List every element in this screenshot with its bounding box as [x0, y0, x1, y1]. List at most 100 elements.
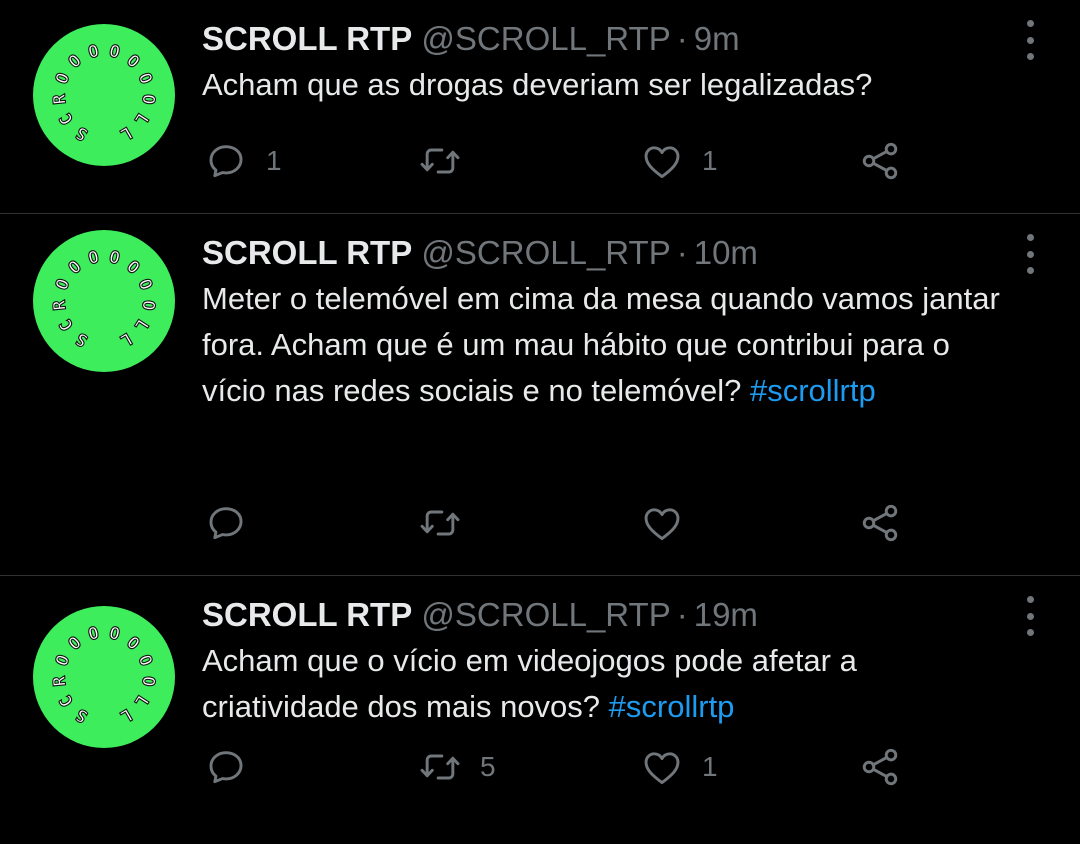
logo-letter: O [52, 276, 74, 293]
reply-button[interactable]: 1 [204, 136, 282, 186]
logo-letter: R [50, 674, 71, 687]
tweet-actions: 5 1 [202, 742, 922, 792]
reply-count: 1 [266, 145, 282, 176]
logo-letter: O [107, 247, 122, 269]
logo-letter: O [137, 675, 158, 687]
logo-letter: O [65, 51, 86, 73]
reply-button[interactable] [204, 498, 266, 548]
logo-letter: O [65, 257, 86, 279]
author-name[interactable]: SCROLL RTP [202, 20, 412, 57]
logo-letter: O [122, 257, 143, 279]
logo-letter: C [56, 691, 78, 710]
logo-letter: L [130, 109, 152, 128]
logo-letter: L [117, 328, 136, 350]
tweet-timestamp[interactable]: 9m [694, 20, 740, 57]
tweet-text: Acham que o vício em videojogos pode afe… [202, 638, 1010, 730]
share-button[interactable] [858, 498, 902, 548]
scroll-rtp-logo: SCROO O O OOOLL [49, 623, 159, 727]
share-icon [862, 504, 898, 542]
author-handle[interactable]: @SCROLL_RTP [421, 596, 670, 633]
avatar[interactable]: SCROOOOOOOLL [33, 230, 175, 372]
logo-letter: O [137, 93, 158, 105]
author-handle[interactable]: @SCROLL_RTP [421, 234, 670, 271]
author-handle[interactable]: @SCROLL_RTP [421, 20, 670, 57]
tweet-header: SCROLL RTP @SCROLL_RTP · 9m [202, 18, 1010, 60]
retweet-button[interactable]: 5 [418, 742, 496, 792]
logo-letter: R [50, 92, 71, 105]
logo-letter: O [122, 633, 143, 655]
scroll-rtp-logo: SCROO O O OOOLL [49, 247, 159, 351]
heart-icon [644, 508, 680, 541]
avatar[interactable]: SCROOOOOOOLL [33, 24, 175, 166]
logo-letter: O [122, 51, 143, 73]
logo-letter: S [73, 704, 92, 726]
like-count: 1 [702, 145, 718, 176]
logo-letter: O [137, 299, 158, 311]
reply-icon [209, 751, 243, 784]
tweet-body: Acham que o vício em videojogos pode afe… [202, 643, 857, 724]
share-icon [862, 748, 898, 786]
more-vertical-icon[interactable] [1024, 20, 1036, 60]
reply-icon [209, 507, 243, 540]
tweet[interactable]: SCROOOOOOOLL SCROLL RTP @SCROLL_RTP · 9m A… [0, 0, 1080, 214]
logo-letter: O [52, 70, 74, 87]
tweet-timestamp[interactable]: 10m [694, 234, 758, 271]
tweet-content: SCROLL RTP @SCROLL_RTP · 9m Acham que as d… [202, 18, 1010, 108]
retweet-icon [420, 148, 460, 174]
logo-letter: R [50, 298, 71, 311]
author-name[interactable]: SCROLL RTP [202, 596, 412, 633]
logo-letter: S [73, 122, 92, 144]
logo-letter: L [117, 704, 136, 726]
tweet-actions [202, 498, 922, 548]
logo-letter: O [86, 247, 101, 269]
timeline-feed: SCROOOOOOOLL SCROLL RTP @SCROLL_RTP · 9m A… [0, 0, 1080, 844]
tweet-actions: 1 1 [202, 136, 922, 186]
share-icon [862, 142, 898, 180]
logo-letter: O [107, 623, 122, 645]
tweet[interactable]: SCROOOOOOOLL SCROLL RTP @SCROLL_RTP · 19m … [0, 576, 1080, 844]
heart-icon [644, 752, 680, 785]
tweet-text: Meter o telemóvel em cima da mesa quando… [202, 276, 1010, 414]
more-vertical-icon[interactable] [1024, 596, 1036, 636]
tweet-body: Meter o telemóvel em cima da mesa quando… [202, 281, 1000, 408]
logo-letter: C [56, 109, 78, 128]
tweet-header: SCROLL RTP @SCROLL_RTP · 10m [202, 232, 1010, 274]
logo-letter: C [56, 315, 78, 334]
like-count: 1 [702, 751, 718, 782]
retweet-button[interactable] [418, 498, 480, 548]
logo-letter: L [130, 691, 152, 710]
logo-letter: L [130, 315, 152, 334]
author-name[interactable]: SCROLL RTP [202, 234, 412, 271]
scroll-rtp-logo: SCROO O O OOOLL [49, 41, 159, 145]
hashtag-link[interactable]: #scrollrtp [750, 373, 876, 408]
more-vertical-icon[interactable] [1024, 234, 1036, 274]
share-button[interactable] [858, 742, 902, 792]
logo-letter: L [117, 122, 136, 144]
avatar[interactable]: SCROOOOOOOLL [33, 606, 175, 748]
tweet-timestamp[interactable]: 19m [694, 596, 758, 633]
retweet-icon [420, 510, 460, 536]
tweet-header: SCROLL RTP @SCROLL_RTP · 19m [202, 594, 1010, 636]
like-button[interactable]: 1 [640, 136, 718, 186]
share-button[interactable] [858, 136, 902, 186]
reply-icon [209, 145, 243, 178]
logo-letter: O [134, 70, 156, 87]
tweet[interactable]: SCROOOOOOOLL SCROLL RTP @SCROLL_RTP · 10m … [0, 214, 1080, 576]
logo-letter: O [107, 41, 122, 63]
logo-letter: O [134, 652, 156, 669]
separator-dot: · [676, 20, 688, 57]
separator-dot: · [676, 234, 688, 271]
logo-letter: O [52, 652, 74, 669]
tweet-body: Acham que as drogas deveriam ser legaliz… [202, 67, 873, 102]
logo-letter: O [86, 41, 101, 63]
tweet-text: Acham que as drogas deveriam ser legaliz… [202, 62, 1010, 108]
heart-icon [644, 146, 680, 179]
hashtag-link[interactable]: #scrollrtp [609, 689, 735, 724]
separator-dot: · [676, 596, 688, 633]
retweet-button[interactable] [418, 136, 480, 186]
reply-button[interactable] [204, 742, 266, 792]
tweet-content: SCROLL RTP @SCROLL_RTP · 19m Acham que o v… [202, 594, 1010, 730]
like-button[interactable] [640, 498, 702, 548]
tweet-content: SCROLL RTP @SCROLL_RTP · 10m Meter o telem… [202, 232, 1010, 414]
like-button[interactable]: 1 [640, 742, 718, 792]
